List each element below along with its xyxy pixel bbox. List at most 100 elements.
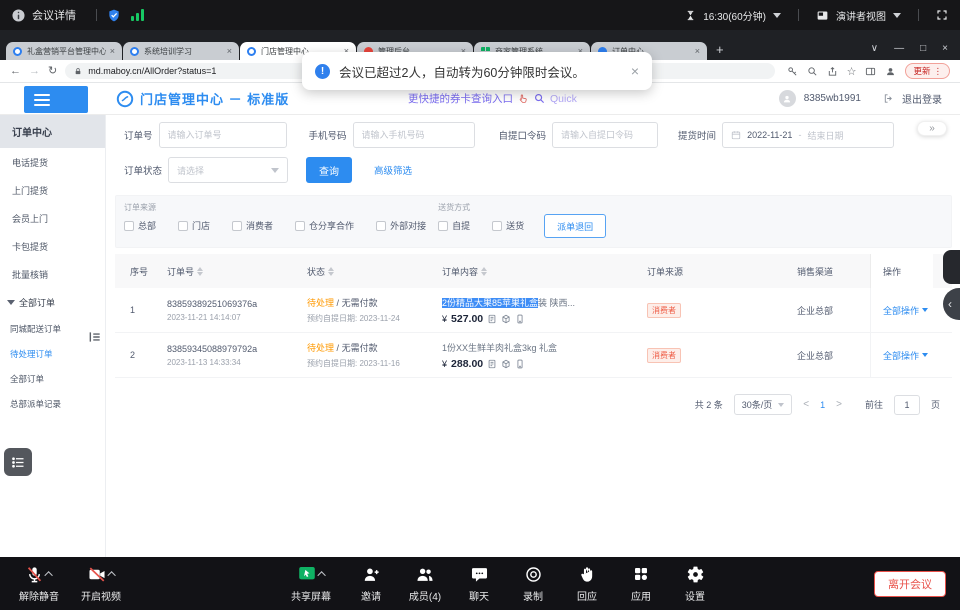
minimize-button[interactable]: —	[894, 43, 904, 54]
sort-icon[interactable]	[481, 267, 487, 276]
share-options-caret-icon[interactable]	[317, 571, 325, 579]
checkbox-hq[interactable]: 总部	[124, 219, 156, 232]
tab-close-icon[interactable]: ×	[227, 46, 232, 56]
settings-button[interactable]: 设置	[668, 563, 722, 603]
members-button[interactable]: 成员(4)	[398, 563, 452, 603]
sidebar-item-phone-pickup[interactable]: 电话提货	[0, 148, 105, 176]
phone-icon[interactable]	[515, 314, 525, 324]
order-status-select[interactable]: 请选择	[168, 157, 288, 183]
close-button[interactable]: ×	[942, 43, 948, 54]
logout-icon[interactable]	[883, 93, 894, 104]
bookmark-star-icon[interactable]: ☆	[847, 65, 857, 78]
package-icon[interactable]	[501, 314, 511, 324]
date-range-input[interactable]: 2022-11-21 - 结束日期	[722, 122, 894, 148]
sidebar-item-hq-dispatch-records[interactable]: 总部派单记录	[0, 391, 105, 416]
checkbox-external[interactable]: 外部对接	[376, 219, 426, 232]
checkbox-self-pickup[interactable]: 自提	[438, 219, 470, 232]
checkbox-store[interactable]: 门店	[178, 219, 210, 232]
reaction-button[interactable]: 回应	[560, 563, 614, 603]
phone-icon[interactable]	[515, 359, 525, 369]
sidebar-item-member-visit[interactable]: 会员上门	[0, 204, 105, 232]
content-cell: 2份精品大果85苹果礼盒装 陕西... ¥ 527.00	[430, 296, 635, 325]
edge-floating-bar[interactable]	[943, 250, 960, 284]
timer-dropdown-icon[interactable]	[773, 13, 781, 18]
dispatch-return-button[interactable]: 派单退回	[544, 214, 606, 238]
sidebar-item-pending-orders[interactable]: 待处理订单	[0, 341, 105, 366]
tab-close-icon[interactable]: ×	[110, 46, 115, 56]
order-no-input[interactable]	[159, 122, 287, 148]
pickup-code-input[interactable]	[552, 122, 658, 148]
checkbox-delivery[interactable]: 送货	[492, 219, 524, 232]
tab-search-icon[interactable]: ∨	[871, 43, 878, 54]
order-source-group: 订单来源 总部 门店 消费者 仓分享合作 外部对接	[124, 202, 426, 232]
sidebar-item-batch-verify[interactable]: 批量核销	[0, 260, 105, 288]
profile-avatar-icon[interactable]	[885, 66, 896, 77]
sidebar-item-all-orders[interactable]: 全部订单	[0, 366, 105, 391]
sort-icon[interactable]	[328, 267, 334, 276]
collapse-sidebar-icon[interactable]	[88, 330, 102, 344]
tab-close-icon[interactable]: ×	[695, 46, 700, 56]
user-avatar[interactable]	[779, 90, 796, 107]
signal-strength-icon[interactable]	[131, 9, 144, 21]
next-page-button[interactable]: >	[836, 399, 842, 410]
view-dropdown-icon[interactable]	[893, 13, 901, 18]
reaction-icon	[578, 565, 597, 584]
start-video-button[interactable]: 开启视频	[70, 563, 132, 603]
page-size-select[interactable]: 30条/页	[734, 394, 793, 415]
chat-button[interactable]: 聊天	[452, 563, 506, 603]
search-button[interactable]: 查询	[306, 157, 352, 183]
zoom-icon[interactable]	[807, 66, 818, 77]
package-icon[interactable]	[501, 359, 511, 369]
shield-check-icon[interactable]	[107, 8, 121, 23]
checkbox-warehouse-share[interactable]: 仓分享合作	[295, 219, 354, 232]
receipt-icon[interactable]	[487, 359, 497, 369]
new-tab-button[interactable]: +	[716, 42, 724, 57]
promo-link[interactable]: 更快捷的券卡查询入口 Quick	[408, 91, 577, 106]
sidebar-section-order-center[interactable]: 订单中心	[0, 115, 105, 148]
divider	[96, 9, 97, 21]
header-content[interactable]: 订单内容	[430, 265, 635, 278]
collapse-filters-button[interactable]: »	[917, 121, 947, 136]
menu-toggle-button[interactable]	[24, 86, 88, 113]
side-panel-icon[interactable]	[865, 66, 876, 77]
checkbox-consumer[interactable]: 消费者	[232, 219, 273, 232]
receipt-icon[interactable]	[487, 314, 497, 324]
share-screen-button[interactable]: 共享屏幕	[278, 563, 344, 603]
unmute-button[interactable]: 解除静音	[8, 563, 70, 603]
header-status[interactable]: 状态	[295, 265, 430, 278]
current-page[interactable]: 1	[820, 400, 825, 410]
share-icon[interactable]	[827, 66, 838, 77]
mic-options-caret-icon[interactable]	[44, 571, 52, 579]
phone-input[interactable]	[353, 122, 475, 148]
toast-close-icon[interactable]: ×	[631, 63, 639, 79]
prev-page-button[interactable]: <	[803, 399, 809, 410]
reload-icon[interactable]: ↻	[48, 66, 57, 77]
maximize-button[interactable]: □	[920, 43, 926, 54]
row-action-dropdown[interactable]: 全部操作	[870, 333, 933, 377]
key-icon[interactable]	[787, 66, 798, 77]
back-icon[interactable]: ←	[10, 66, 21, 77]
row-action-dropdown[interactable]: 全部操作	[870, 288, 933, 332]
goto-page-input[interactable]	[894, 395, 920, 415]
fullscreen-icon[interactable]	[936, 9, 948, 21]
sort-icon[interactable]	[197, 267, 203, 276]
floating-list-button[interactable]	[4, 448, 32, 476]
apps-button[interactable]: 应用	[614, 563, 668, 603]
browser-tab[interactable]: 礼盒营销平台管理中心 ×	[6, 42, 122, 60]
sidebar-item-door-pickup[interactable]: 上门提货	[0, 176, 105, 204]
advanced-filter-link[interactable]: 高级筛选	[374, 163, 412, 177]
forward-icon[interactable]: →	[29, 66, 40, 77]
logout-label[interactable]: 退出登录	[902, 91, 942, 106]
leave-meeting-button[interactable]: 离开会议	[874, 571, 946, 597]
sidebar-item-card-pickup[interactable]: 卡包提货	[0, 232, 105, 260]
order-created-time: 2023-11-21 14:14:07	[167, 313, 295, 322]
page-unit-label: 页	[931, 398, 940, 411]
header-order-no[interactable]: 订单号	[155, 265, 295, 278]
sidebar-group-all-orders[interactable]: 全部订单	[0, 288, 105, 316]
video-options-caret-icon[interactable]	[107, 571, 115, 579]
record-button[interactable]: 录制	[506, 563, 560, 603]
invite-button[interactable]: 邀请	[344, 563, 398, 603]
browser-update-chip[interactable]: 更新 ⋮	[905, 63, 950, 79]
browser-tab[interactable]: 系统培训学习 ×	[123, 42, 239, 60]
info-icon[interactable]	[12, 9, 25, 22]
